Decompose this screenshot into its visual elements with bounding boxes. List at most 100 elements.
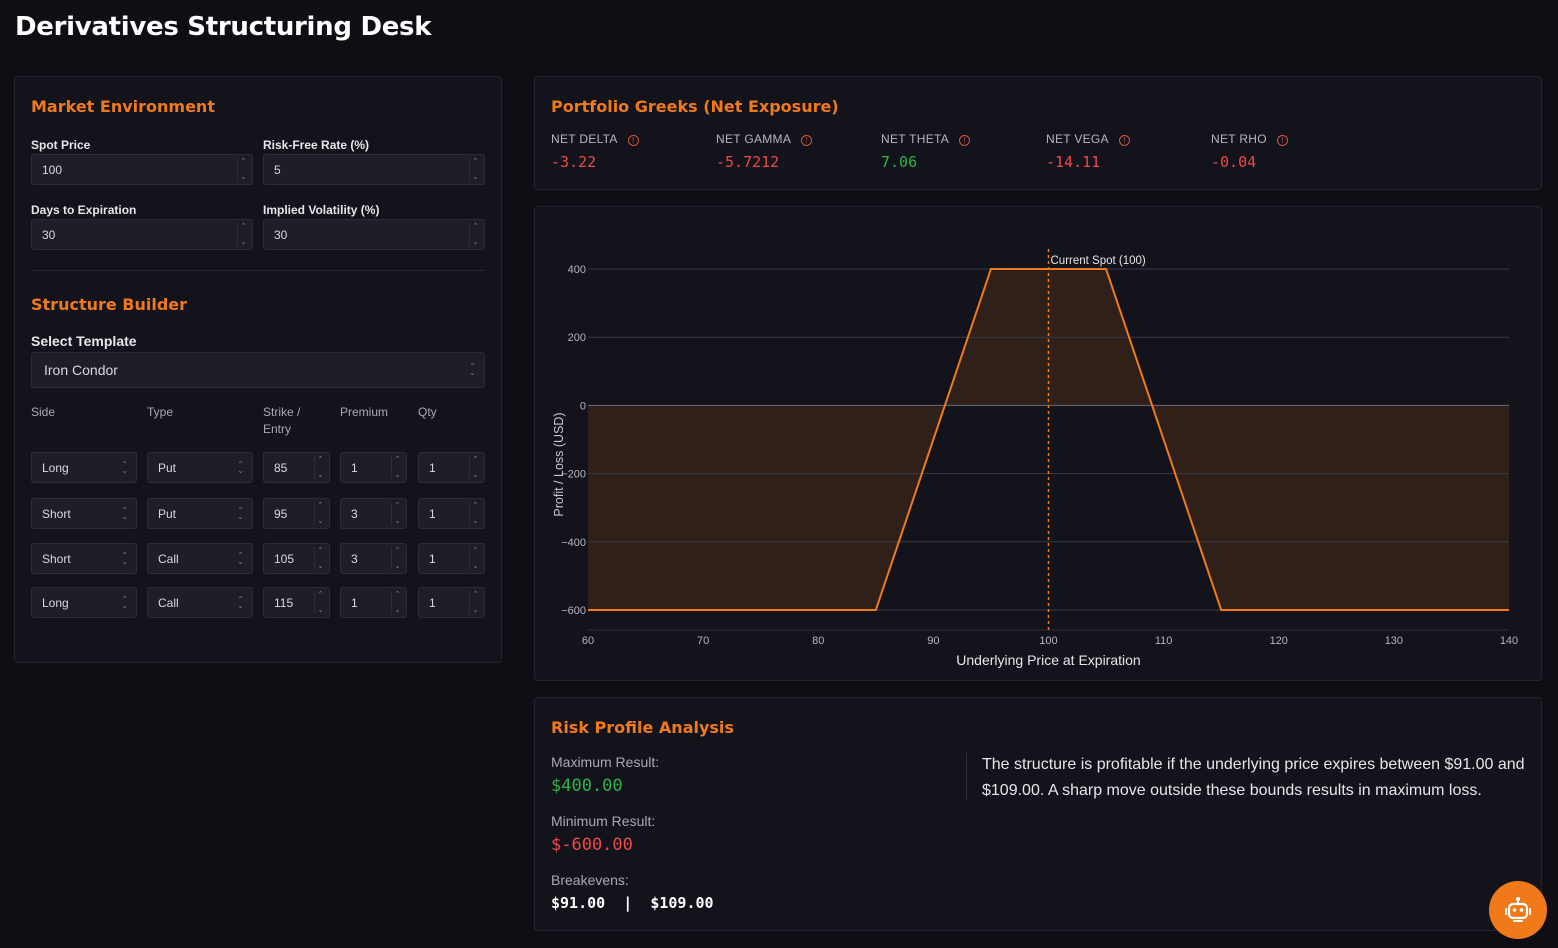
spot-price-stepper[interactable]: ⌃ ⌄ <box>237 158 249 181</box>
leg-qty-input[interactable]: 1 ⌃ ⌄ <box>418 498 485 529</box>
days-to-expiration-input[interactable]: 30 ⌃ ⌄ <box>31 219 253 250</box>
min-result-value: $-600.00 <box>551 835 633 855</box>
leg-premium-stepper[interactable]: ⌃ ⌄ <box>391 456 403 479</box>
leg-premium-stepper[interactable]: ⌃ ⌄ <box>391 591 403 614</box>
leg-qty-value: 1 <box>429 595 436 610</box>
leg-strike-input[interactable]: 85 ⌃ ⌄ <box>263 452 330 483</box>
leg-side-select[interactable]: Long ⌃ ⌄ <box>31 452 137 483</box>
leg-side-select[interactable]: Short ⌃ ⌄ <box>31 543 137 574</box>
y-tick-label: 400 <box>568 264 586 276</box>
greek-name-rho: NET RHO! <box>1211 132 1288 146</box>
template-select[interactable]: Iron Condor ⌃ ⌄ <box>31 352 485 388</box>
greeks-panel: Portfolio Greeks (Net Exposure) NET DELT… <box>534 76 1542 190</box>
info-icon[interactable]: ! <box>627 135 639 146</box>
y-tick-label: 0 <box>580 400 586 412</box>
leg-strike-stepper[interactable]: ⌃ ⌄ <box>314 502 326 525</box>
info-icon[interactable]: ! <box>801 135 813 146</box>
chevron-updown-icon: ⌃ ⌄ <box>469 362 476 377</box>
leg-qty-stepper[interactable]: ⌃ ⌄ <box>469 547 481 570</box>
leg-strike-value: 85 <box>274 460 288 475</box>
leg-type-select[interactable]: Call ⌃ ⌄ <box>147 587 253 618</box>
info-icon[interactable]: ! <box>959 135 971 146</box>
leg-row: Short ⌃ ⌄ Call ⌃ ⌄ 105 ⌃ ⌄ 3 ⌃ ⌄ 1 ⌃ ⌄ <box>15 543 503 574</box>
days-to-expiration-stepper[interactable]: ⌃ ⌄ <box>237 223 249 246</box>
leg-strike-stepper[interactable]: ⌃ ⌄ <box>314 456 326 479</box>
leg-premium-stepper[interactable]: ⌃ ⌄ <box>391 502 403 525</box>
assistant-button[interactable] <box>1489 881 1547 939</box>
leg-strike-stepper[interactable]: ⌃ ⌄ <box>314 591 326 614</box>
risk-free-rate-value: 5 <box>274 162 281 177</box>
spot-price-input[interactable]: 100 ⌃ ⌄ <box>31 154 253 185</box>
greek-name-gamma: NET GAMMA! <box>716 132 813 146</box>
leg-premium-input[interactable]: 3 ⌃ ⌄ <box>340 543 407 574</box>
greek-name-theta: NET THETA! <box>881 132 971 146</box>
x-tick-label: 110 <box>1155 635 1173 647</box>
leg-strike-input[interactable]: 105 ⌃ ⌄ <box>263 543 330 574</box>
summary-divider <box>966 753 967 801</box>
chevron-updown-icon: ⌃ ⌄ <box>121 459 128 475</box>
robot-icon <box>1505 897 1531 922</box>
payoff-chart: 4002000−200−400−60060 70 80 90 100 110 120 130 1… <box>552 249 1518 668</box>
implied-volatility-stepper[interactable]: ⌃ ⌄ <box>469 223 481 246</box>
implied-volatility-value: 30 <box>274 227 288 242</box>
leg-qty-stepper[interactable]: ⌃ ⌄ <box>469 591 481 614</box>
greek-label: NET RHO <box>1211 132 1267 146</box>
leg-strike-value: 95 <box>274 506 288 521</box>
y-tick-label: −600 <box>561 605 586 617</box>
breakevens-label: Breakevens: <box>551 872 629 888</box>
leg-type-select[interactable]: Put ⌃ ⌄ <box>147 452 253 483</box>
x-tick-label: 140 <box>1500 635 1518 647</box>
greek-value-gamma: -5.7212 <box>716 153 780 171</box>
leg-premium-input[interactable]: 1 ⌃ ⌄ <box>340 587 407 618</box>
min-result-label: Minimum Result: <box>551 813 656 829</box>
greek-name-delta: NET DELTA! <box>551 132 639 146</box>
info-icon[interactable]: ! <box>1118 135 1130 146</box>
app-title: Derivatives Structuring Desk <box>15 12 432 42</box>
leg-qty-input[interactable]: 1 ⌃ ⌄ <box>418 587 485 618</box>
leg-row: Short ⌃ ⌄ Put ⌃ ⌄ 95 ⌃ ⌄ 3 ⌃ ⌄ 1 ⌃ ⌄ <box>15 498 503 529</box>
leg-qty-input[interactable]: 1 ⌃ ⌄ <box>418 543 485 574</box>
leg-strike-input[interactable]: 95 ⌃ ⌄ <box>263 498 330 529</box>
leg-side-select[interactable]: Long ⌃ ⌄ <box>31 587 137 618</box>
x-tick-label: 120 <box>1270 635 1288 647</box>
leg-premium-input[interactable]: 3 ⌃ ⌄ <box>340 498 407 529</box>
current-spot-label: Current Spot (100) <box>1051 255 1146 267</box>
leg-qty-stepper[interactable]: ⌃ ⌄ <box>469 456 481 479</box>
leg-side-value: Short <box>42 506 71 521</box>
column-header-type: Type <box>147 405 174 419</box>
leg-premium-stepper[interactable]: ⌃ ⌄ <box>391 547 403 570</box>
spot-price-value: 100 <box>42 162 63 177</box>
risk-free-rate-label: Risk-Free Rate (%) <box>263 138 370 152</box>
leg-qty-value: 1 <box>429 551 436 566</box>
greek-label: NET GAMMA <box>716 132 792 146</box>
chevron-updown-icon: ⌃ ⌄ <box>237 550 244 566</box>
leg-qty-stepper[interactable]: ⌃ ⌄ <box>469 502 481 525</box>
risk-free-rate-stepper[interactable]: ⌃ ⌄ <box>469 158 481 181</box>
payoff-area <box>588 269 1509 610</box>
leg-strike-input[interactable]: 115 ⌃ ⌄ <box>263 587 330 618</box>
implied-volatility-input[interactable]: 30 ⌃ ⌄ <box>263 219 485 250</box>
x-tick-label: 100 <box>1039 635 1057 647</box>
select-template-label: Select Template <box>31 333 137 349</box>
x-tick-label: 60 <box>582 635 594 647</box>
risk-free-rate-input[interactable]: 5 ⌃ ⌄ <box>263 154 485 185</box>
leg-type-value: Call <box>158 551 179 566</box>
column-header-qty: Qty <box>418 405 437 419</box>
leg-premium-input[interactable]: 1 ⌃ ⌄ <box>340 452 407 483</box>
leg-type-value: Put <box>158 506 177 521</box>
info-icon[interactable]: ! <box>1276 135 1288 146</box>
leg-premium-value: 3 <box>351 506 358 521</box>
greek-name-vega: NET VEGA! <box>1046 132 1130 146</box>
leg-type-select[interactable]: Call ⌃ ⌄ <box>147 543 253 574</box>
leg-row: Long ⌃ ⌄ Call ⌃ ⌄ 115 ⌃ ⌄ 1 ⌃ ⌄ 1 ⌃ ⌄ <box>15 587 503 618</box>
leg-type-select[interactable]: Put ⌃ ⌄ <box>147 498 253 529</box>
chevron-updown-icon: ⌃ ⌄ <box>237 594 244 610</box>
days-to-expiration-value: 30 <box>42 227 56 242</box>
leg-strike-stepper[interactable]: ⌃ ⌄ <box>314 547 326 570</box>
leg-side-select[interactable]: Short ⌃ ⌄ <box>31 498 137 529</box>
section-divider <box>31 270 485 271</box>
leg-type-value: Call <box>158 595 179 610</box>
spot-price-label: Spot Price <box>31 138 91 152</box>
greek-value-theta: 7.06 <box>881 153 918 171</box>
leg-qty-input[interactable]: 1 ⌃ ⌄ <box>418 452 485 483</box>
